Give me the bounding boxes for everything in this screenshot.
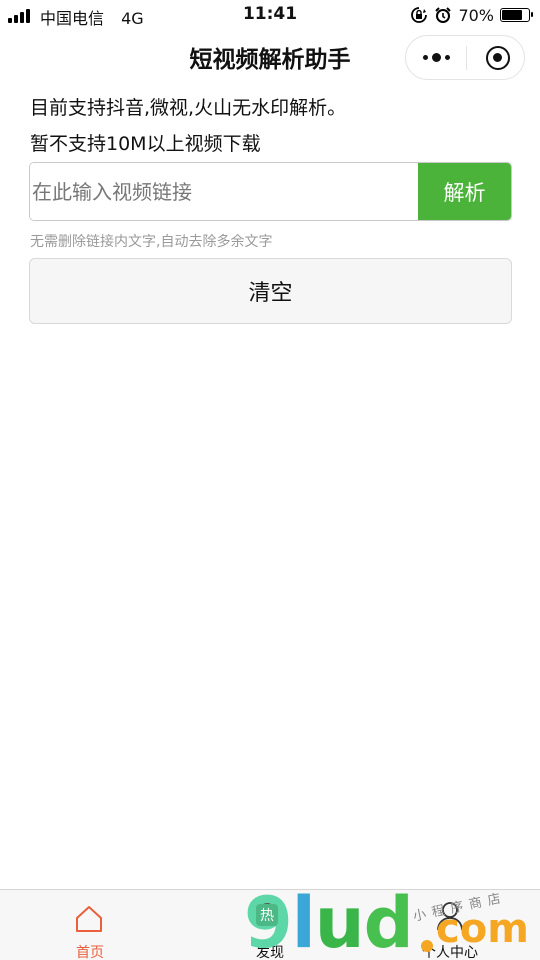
battery-fill [502, 10, 522, 20]
profile-icon [437, 902, 463, 931]
tab-profile[interactable]: 个人中心 [360, 890, 540, 960]
video-link-input[interactable] [30, 163, 419, 220]
tab-discover-label: 发现 [256, 945, 284, 960]
status-indicators: 70% [410, 5, 533, 25]
close-mini-program-button[interactable] [486, 46, 510, 70]
more-dot-icon [431, 53, 441, 62]
parse-button[interactable]: 解析 [418, 163, 511, 220]
tab-discover[interactable]: 发现 [180, 890, 360, 960]
more-dot-icon [444, 55, 450, 60]
rotation-lock-icon [411, 7, 428, 23]
more-button[interactable] [406, 36, 466, 79]
intro-supported-platforms: 目前支持抖音,微视,火山无水印解析。 [30, 97, 347, 119]
tab-home-label: 首页 [76, 945, 104, 960]
mini-program-capsule [405, 35, 525, 80]
battery-percent: 70% [458, 5, 494, 25]
intro-size-limit: 暂不支持10M以上视频下载 [30, 133, 261, 155]
alarm-icon [435, 7, 452, 23]
discover-icon [258, 902, 280, 924]
input-hint: 无需删除链接内文字,自动去除多余文字 [30, 234, 273, 250]
tab-home[interactable]: 首页 [0, 890, 180, 960]
tab-bar: 首页 发现 个人中心 [0, 889, 540, 960]
battery-icon [500, 8, 533, 22]
clear-button[interactable]: 清空 [29, 258, 512, 324]
link-input-row: 解析 [29, 162, 512, 221]
capsule-divider [466, 46, 467, 70]
status-bar: 中国电信 4G 11:41 70% [0, 0, 540, 30]
more-dot-icon [422, 55, 428, 60]
home-icon [76, 906, 102, 932]
tab-profile-label: 个人中心 [422, 945, 478, 960]
